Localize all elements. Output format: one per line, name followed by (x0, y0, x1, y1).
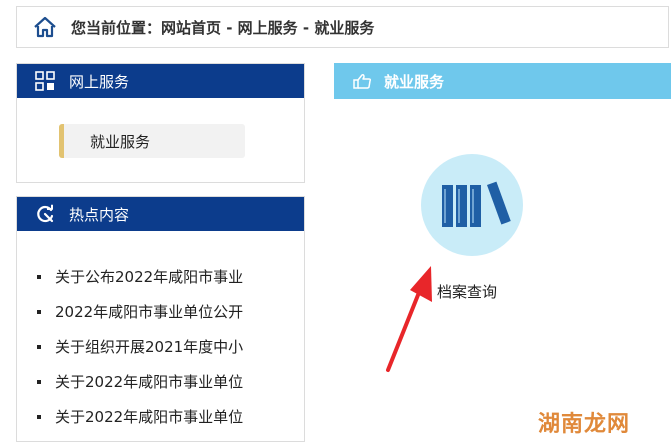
hot-content-list: 关于公布2022年咸阳市事业 2022年咸阳市事业单位公开 关于组织开展2021… (37, 259, 243, 434)
hot-content-header: 热点内容 (17, 197, 304, 231)
grid-icon (35, 71, 55, 91)
online-service-panel: 网上服务 就业服务 (16, 63, 305, 183)
hot-content-title: 热点内容 (69, 205, 130, 224)
archive-query-label[interactable]: 档案查询 (437, 281, 497, 302)
hot-link[interactable]: 关于2022年咸阳市事业单位 (55, 371, 243, 392)
annotation-arrow (386, 266, 432, 372)
employment-header: 就业服务 (334, 63, 671, 99)
sidebar-item-label: 就业服务 (90, 132, 151, 151)
home-icon[interactable] (33, 15, 57, 39)
pointing-hand-icon (353, 74, 372, 89)
books-icon (442, 181, 511, 227)
hot-link[interactable]: 关于公布2022年咸阳市事业 (55, 266, 243, 287)
watermark-text: 湖南龙网 (538, 412, 631, 437)
list-item[interactable]: 2022年咸阳市事业单位公开 (37, 294, 243, 329)
breadcrumb-text: 您当前位置：网站首页 - 网上服务 - 就业服务 (71, 18, 375, 37)
hot-link[interactable]: 关于组织开展2021年度中小 (55, 336, 243, 357)
list-item[interactable]: 关于组织开展2021年度中小 (37, 329, 243, 364)
hot-link[interactable]: 关于2022年咸阳市事业单位 (55, 406, 243, 427)
hot-link[interactable]: 2022年咸阳市事业单位公开 (55, 301, 243, 322)
archive-query-button[interactable] (421, 154, 523, 256)
list-item[interactable]: 关于2022年咸阳市事业单位 (37, 364, 243, 399)
sidebar-item-employment[interactable]: 就业服务 (59, 124, 245, 158)
list-item[interactable]: 关于2022年咸阳市事业单位 (37, 399, 243, 434)
list-item[interactable]: 关于公布2022年咸阳市事业 (37, 259, 243, 294)
online-service-title: 网上服务 (69, 72, 130, 91)
bullet-icon (37, 344, 41, 349)
refresh-icon (37, 204, 54, 223)
online-service-header: 网上服务 (17, 64, 304, 98)
bullet-icon (37, 379, 41, 384)
bullet-icon (37, 414, 41, 419)
hot-content-panel: 热点内容 关于公布2022年咸阳市事业 2022年咸阳市事业单位公开 关于组织开… (16, 196, 305, 442)
bullet-icon (37, 274, 41, 279)
employment-title: 就业服务 (384, 72, 445, 91)
bullet-icon (37, 309, 41, 314)
breadcrumb-bar: 您当前位置：网站首页 - 网上服务 - 就业服务 (16, 6, 669, 48)
